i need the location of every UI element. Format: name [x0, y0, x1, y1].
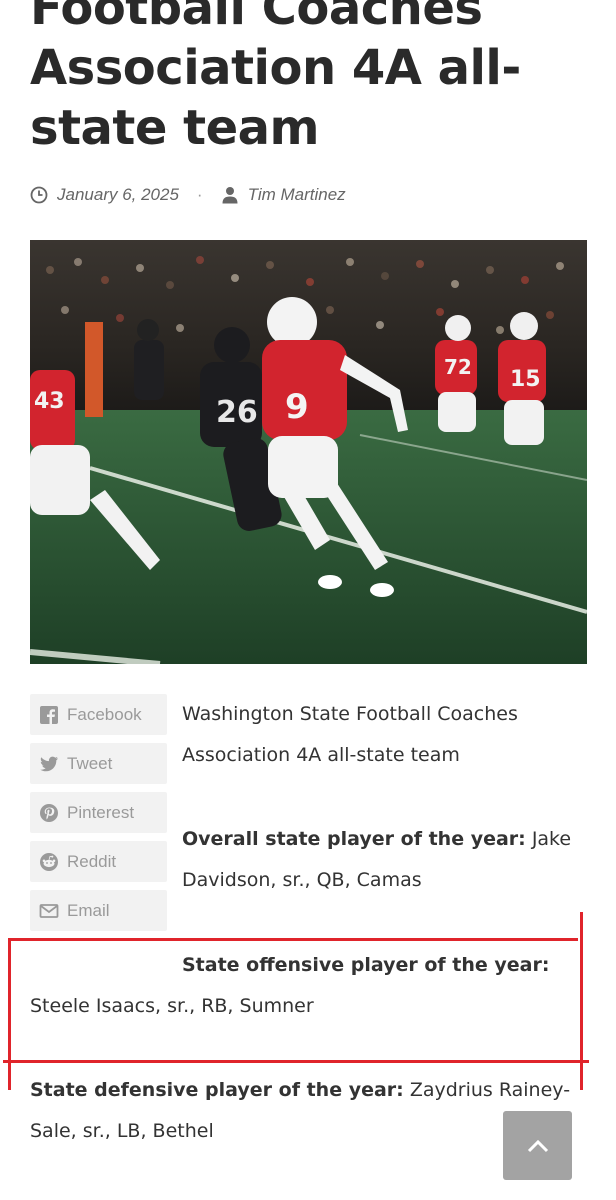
chevron-up-icon [527, 1139, 548, 1152]
pinterest-label: Pinterest [67, 802, 135, 822]
article-title: Football Coaches Association 4A all-stat… [30, 0, 521, 156]
tweet-label: Tweet [67, 753, 113, 773]
article-meta: January 6, 2025 · Tim Martinez [30, 182, 346, 208]
offensive-value: Steele Isaacs, sr., RB, Sumner [30, 995, 314, 1017]
facebook-icon [40, 705, 58, 724]
email-icon [39, 903, 59, 918]
post-author[interactable]: Tim Martinez [248, 185, 346, 205]
email-label: Email [67, 900, 110, 920]
defensive-label: State defensive player of the year: [30, 1079, 404, 1101]
reddit-share-button[interactable]: Reddit [30, 841, 167, 882]
facebook-share-button[interactable]: Facebook [30, 694, 167, 735]
user-icon [222, 187, 238, 204]
offensive-label: State offensive player of the year: [182, 954, 550, 976]
svg-text:72: 72 [444, 355, 472, 379]
defensive-paragraph: State defensive player of the year: Zayd… [30, 1070, 585, 1152]
intro-paragraph: Washington State Football Coaches Associ… [182, 703, 518, 766]
overall-paragraph: Overall state player of the year: Jake D… [182, 819, 602, 901]
share-buttons: Facebook Tweet Pinterest Reddit Email [30, 694, 167, 939]
offensive-label-paragraph: State offensive player of the year: [182, 945, 602, 986]
annotation-bottom-line [3, 1060, 589, 1063]
post-date: January 6, 2025 [57, 185, 179, 204]
facebook-label: Facebook [67, 704, 142, 724]
reddit-label: Reddit [67, 851, 117, 871]
svg-text:15: 15 [510, 367, 541, 392]
football-photo: 72 15 43 26 9 [30, 240, 587, 664]
pinterest-share-button[interactable]: Pinterest [30, 792, 167, 833]
clock-icon [30, 186, 48, 204]
back-to-top-button[interactable] [503, 1111, 572, 1180]
pinterest-icon [40, 803, 58, 822]
meta-separator: · [196, 185, 203, 204]
svg-text:9: 9 [285, 387, 309, 427]
svg-text:26: 26 [216, 395, 258, 430]
twitter-icon [40, 756, 58, 771]
annotation-top-line [8, 938, 578, 941]
email-share-button[interactable]: Email [30, 890, 167, 931]
tweet-share-button[interactable]: Tweet [30, 743, 167, 784]
annotation-left-line [8, 938, 11, 1090]
annotation-right-line [580, 912, 583, 1090]
svg-text:43: 43 [34, 389, 65, 414]
reddit-icon [40, 852, 58, 871]
overall-label: Overall state player of the year: [182, 828, 526, 850]
